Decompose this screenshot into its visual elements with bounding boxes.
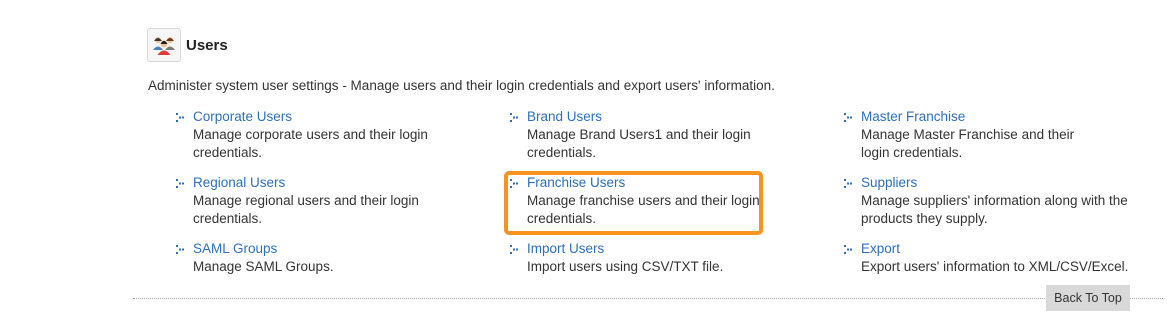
list-item-franchise-users: Franchise Users Manage franchise users a… — [509, 174, 779, 228]
item-description: Manage suppliers' information along with… — [861, 193, 1128, 226]
item-description: Manage regional users and their login cr… — [193, 193, 419, 226]
list-item-master-franchise: Master Franchise Manage Master Franchise… — [843, 108, 1113, 162]
item-label: Regional Users — [193, 175, 286, 190]
list-item-export: Export Export users' information to XML/… — [843, 240, 1128, 276]
corporate-users-link[interactable]: Corporate Users — [175, 108, 445, 126]
item-description: Export users' information to XML/CSV/Exc… — [861, 259, 1129, 274]
bullet-arrow-icon — [176, 245, 184, 254]
item-description: Manage Brand Users1 and their login cred… — [527, 127, 751, 160]
item-label: Suppliers — [861, 175, 918, 190]
divider — [133, 298, 1163, 299]
bullet-arrow-icon — [844, 179, 852, 188]
export-link[interactable]: Export — [843, 240, 1113, 258]
bullet-arrow-icon — [844, 245, 852, 254]
saml-groups-link[interactable]: SAML Groups — [175, 240, 445, 258]
bullet-arrow-icon — [510, 113, 518, 122]
master-franchise-link[interactable]: Master Franchise — [843, 108, 1113, 126]
suppliers-link[interactable]: Suppliers — [843, 174, 1113, 192]
bullet-arrow-icon — [176, 113, 184, 122]
item-label: SAML Groups — [193, 241, 278, 256]
item-label: Import Users — [527, 241, 605, 256]
list-item-import-users: Import Users Import users using CSV/TXT … — [509, 240, 779, 276]
item-label: Franchise Users — [527, 175, 626, 190]
users-group-icon — [147, 28, 181, 62]
item-description: Manage SAML Groups. — [193, 259, 334, 274]
franchise-users-link[interactable]: Franchise Users — [509, 174, 779, 192]
list-item-corporate-users: Corporate Users Manage corporate users a… — [175, 108, 445, 162]
list-item-saml-groups: SAML Groups Manage SAML Groups. — [175, 240, 445, 276]
bullet-arrow-icon — [844, 113, 852, 122]
item-label: Corporate Users — [193, 109, 293, 124]
bullet-arrow-icon — [176, 179, 184, 188]
bullet-arrow-icon — [510, 179, 518, 188]
list-item-suppliers: Suppliers Manage suppliers' information … — [843, 174, 1128, 228]
item-label: Master Franchise — [861, 109, 966, 124]
regional-users-link[interactable]: Regional Users — [175, 174, 445, 192]
item-description: Manage Master Franchise and their login … — [861, 127, 1075, 160]
item-description: Manage franchise users and their login c… — [527, 193, 760, 226]
item-label: Export — [861, 241, 901, 256]
import-users-link[interactable]: Import Users — [509, 240, 779, 258]
brand-users-link[interactable]: Brand Users — [509, 108, 779, 126]
item-description: Manage corporate users and their login c… — [193, 127, 428, 160]
section-description: Administer system user settings - Manage… — [148, 78, 775, 93]
list-item-brand-users: Brand Users Manage Brand Users1 and thei… — [509, 108, 779, 162]
item-label: Brand Users — [527, 109, 603, 124]
section-title: Users — [186, 36, 228, 54]
section-header: Users — [147, 28, 228, 62]
back-to-top-button[interactable]: Back To Top — [1046, 285, 1130, 311]
list-item-regional-users: Regional Users Manage regional users and… — [175, 174, 445, 228]
bullet-arrow-icon — [510, 245, 518, 254]
item-description: Import users using CSV/TXT file. — [527, 259, 724, 274]
